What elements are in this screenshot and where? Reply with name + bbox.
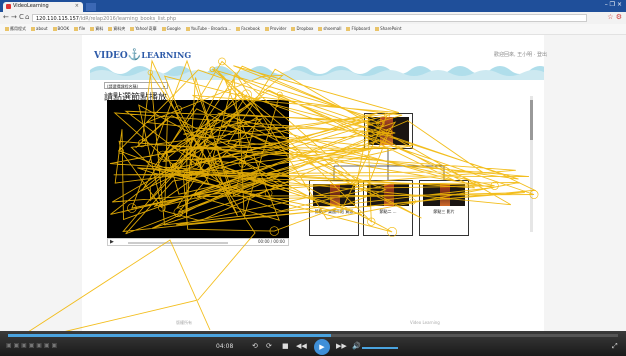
home-button[interactable]: ⌂	[25, 13, 29, 21]
bookmarks-bar: 應用程式 about BOOK file 資料 資料夾 Yahoo!奇摩 Google YouT…	[0, 24, 626, 35]
video-controls: ▶ 00:00 / 00:00	[107, 238, 289, 246]
node-label: 節點三 影片	[433, 209, 455, 214]
node-thumbnail	[423, 184, 465, 206]
window-controls[interactable]: – ❐ ×	[605, 1, 622, 8]
right-margin	[544, 35, 626, 331]
chevron-down-icon: ▾	[162, 84, 165, 89]
bookmark-item[interactable]: file	[74, 24, 85, 34]
forward-icon[interactable]: ⟳	[266, 342, 272, 350]
video-time: 00:00 / 00:00	[258, 239, 285, 244]
player-progress-fill	[8, 334, 332, 337]
browser-tab-bar: VideoLearning × – ❐ ×	[0, 0, 626, 12]
bookmark-item[interactable]: 資料	[90, 24, 103, 34]
next-icon[interactable]: ▶▶	[336, 342, 347, 350]
node-thumbnail	[367, 184, 409, 206]
course-select-value: (請選擇課程名稱)	[107, 84, 139, 89]
bookmark-item[interactable]: Yahoo!奇摩	[130, 24, 156, 34]
player-progress-track[interactable]	[8, 334, 618, 337]
video-seek-bar[interactable]	[128, 242, 228, 244]
address-host: 120.110.115.157	[36, 16, 79, 22]
tree-node[interactable]: 節點二 ...	[363, 180, 413, 236]
left-margin	[0, 35, 82, 331]
browser-menu-icon[interactable]: ☆ ⚙	[607, 13, 622, 21]
tree-node[interactable]: 節點三 影片	[419, 180, 469, 236]
browser-tab[interactable]: VideoLearning ×	[3, 2, 83, 12]
bookmark-item[interactable]: Flipboard	[346, 24, 370, 34]
volume-slider[interactable]	[362, 347, 398, 349]
course-select[interactable]: (請選擇課程名稱) ▾	[104, 82, 168, 89]
media-player-bar: ▣ ▣ ▣ ▣ ▣ ▣ ▣ 04:08 ⟲ ⟳ ■ ◀◀ ▶ ▶▶ 🔊 ⤢	[0, 331, 626, 356]
tab-title: VideoLearning	[13, 3, 49, 9]
user-info[interactable]: 歡迎回來, 王小明 · 登出	[494, 51, 547, 58]
fullscreen-icon[interactable]: ⤢	[612, 342, 618, 351]
back-button[interactable]: ←	[3, 13, 9, 21]
bookmark-item[interactable]: Provider	[265, 24, 286, 34]
address-path: /IdR/relap2016/learning_books_list.php	[78, 16, 177, 22]
bookmark-item[interactable]: BOOK	[53, 24, 70, 34]
footer-left: 版權所有	[176, 320, 192, 325]
close-tab-icon[interactable]: ×	[75, 3, 79, 9]
play-icon[interactable]: ▶	[110, 239, 114, 245]
bookmark-item[interactable]: YouTube - Broadca...	[186, 24, 231, 34]
tree-root-node[interactable]	[364, 113, 413, 149]
node-thumbnail	[313, 184, 355, 206]
address-bar[interactable]: 120.110.115.157/IdR/relap2016/learning_b…	[32, 14, 587, 22]
bookmark-item[interactable]: Google	[162, 24, 181, 34]
play-button[interactable]: ▶	[314, 339, 330, 355]
forward-button[interactable]: →	[11, 13, 17, 21]
bookmark-item[interactable]: shoemall	[318, 24, 341, 34]
player-time: 04:08	[216, 343, 234, 350]
root-thumbnail	[368, 117, 409, 145]
new-tab-button[interactable]	[86, 3, 96, 11]
wave-banner	[90, 66, 544, 80]
stop-icon[interactable]: ■	[282, 342, 289, 350]
bookmark-item[interactable]: about	[31, 24, 48, 34]
node-label: 節點一 樂團介紹 資源	[314, 209, 354, 214]
previous-icon[interactable]: ◀◀	[296, 342, 307, 350]
video-player[interactable]	[107, 100, 289, 238]
footer-right: Video Learning	[410, 320, 440, 325]
tree-node[interactable]: 節點一 樂團介紹 資源	[309, 180, 359, 236]
bookmark-item[interactable]: 應用程式	[5, 24, 26, 34]
rewind-icon[interactable]: ⟲	[252, 342, 258, 350]
favicon-icon	[6, 4, 11, 9]
node-label: 節點二 ...	[379, 209, 397, 214]
scrollbar-thumb[interactable]	[530, 100, 533, 140]
reload-button[interactable]: C	[19, 13, 24, 21]
logo-learning-text: LEARNING	[141, 50, 192, 60]
volume-icon[interactable]: 🔊	[352, 342, 361, 350]
bookmark-item[interactable]: Dropbox	[291, 24, 313, 34]
bookmark-item[interactable]: Facebook	[236, 24, 260, 34]
bookmark-item[interactable]: 資料夾	[108, 24, 125, 34]
taskbar-icons: ▣ ▣ ▣ ▣ ▣ ▣ ▣	[6, 342, 58, 349]
bookmark-item[interactable]: SharePoint	[375, 24, 401, 34]
